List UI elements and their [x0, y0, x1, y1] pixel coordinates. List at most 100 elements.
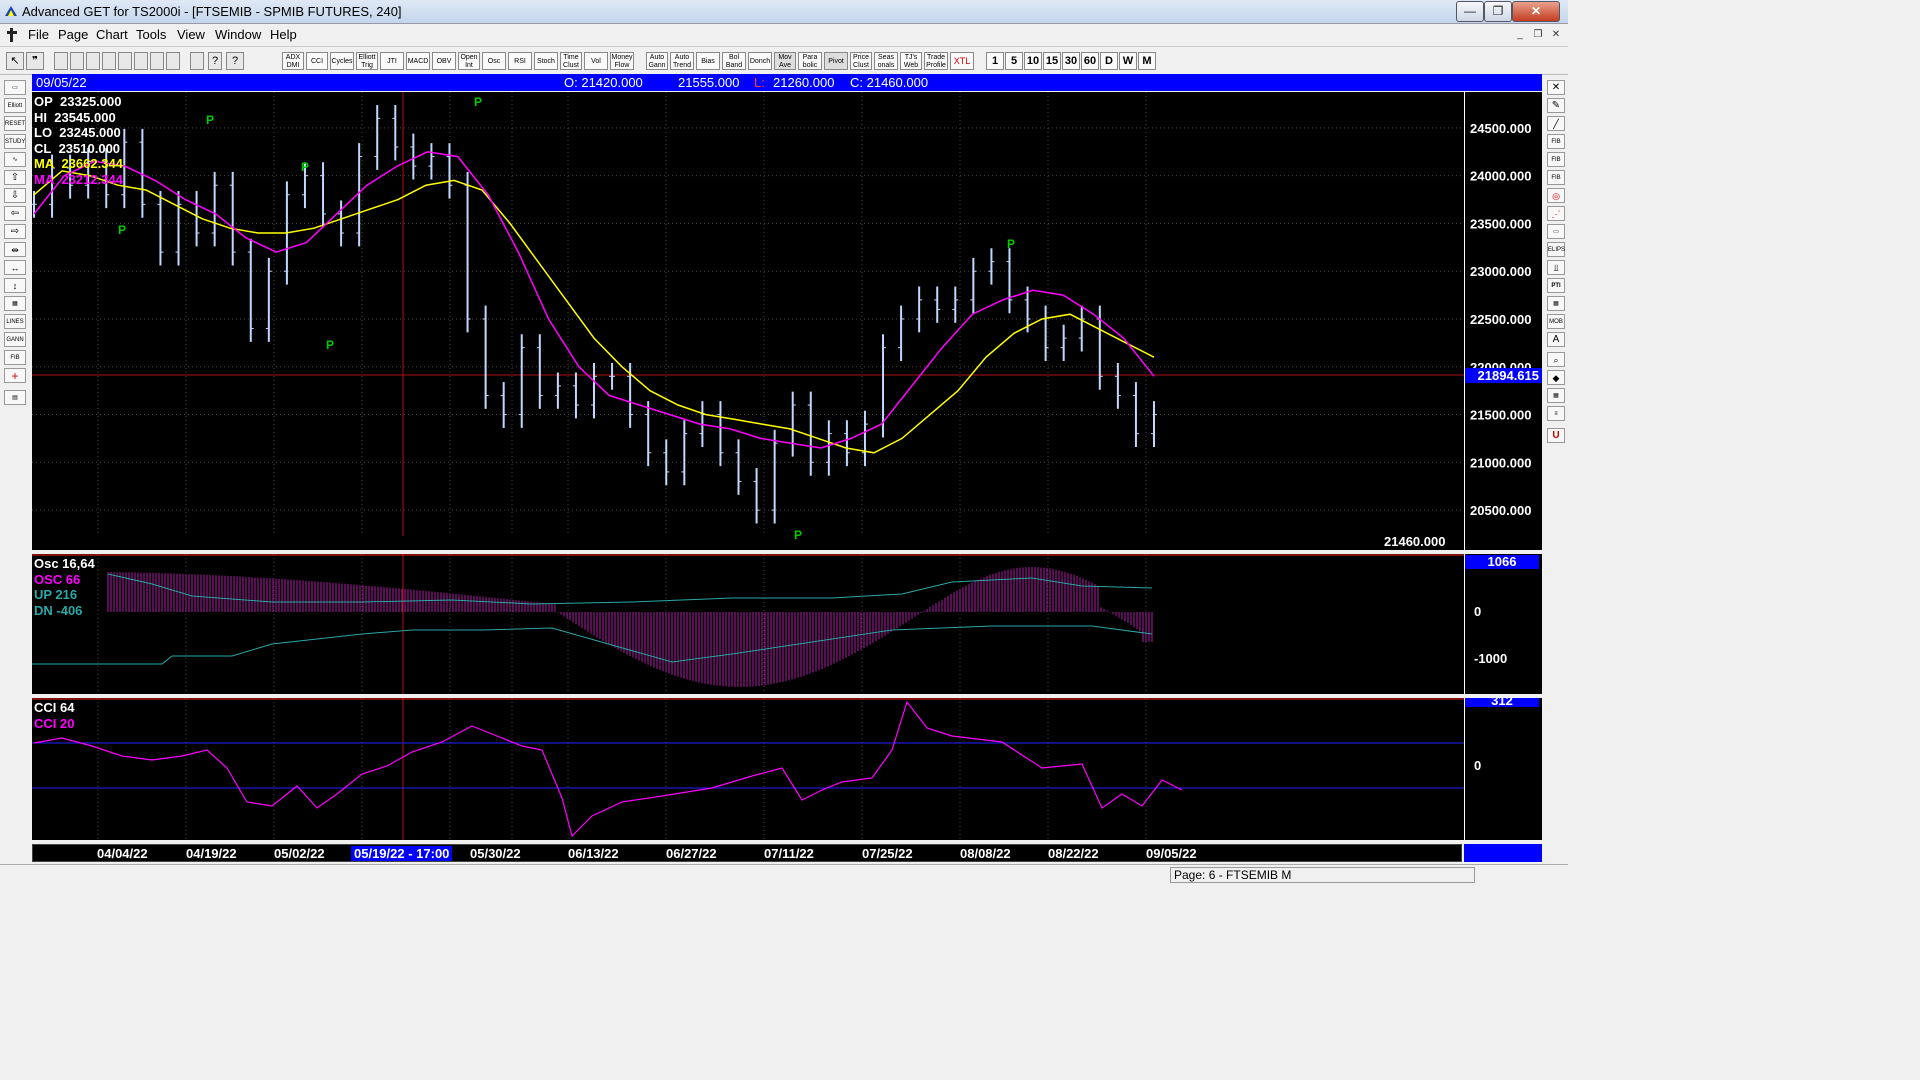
- mdi-minimize-button[interactable]: _: [1512, 27, 1528, 42]
- oscillator-panel[interactable]: Osc 16,64 OSC 66 UP 216 DN -406 1066 0 -…: [32, 554, 1542, 694]
- gann-tool[interactable]: GANN: [4, 332, 26, 347]
- print-icon[interactable]: [190, 52, 204, 70]
- study-open-int-button[interactable]: Open Int: [458, 52, 480, 70]
- study-obv-button[interactable]: OBV: [432, 52, 456, 70]
- crosshair-icon[interactable]: +: [4, 368, 26, 383]
- close-button[interactable]: ✕: [1512, 1, 1560, 22]
- lines-tool[interactable]: LINES: [4, 314, 26, 329]
- price-chart[interactable]: PPPPPPP 20500.00021000.00021500.00022000…: [32, 92, 1542, 550]
- timeframe-w-button[interactable]: W: [1119, 52, 1137, 70]
- menu-page[interactable]: Page: [58, 27, 88, 42]
- arrow-down-icon[interactable]: ⇩: [4, 188, 26, 203]
- study-parabolic-button[interactable]: Para bolic: [798, 52, 822, 70]
- elips-tool[interactable]: ELIPS: [1547, 242, 1565, 257]
- circle-tool-icon[interactable]: ◎: [1547, 188, 1565, 203]
- arrow-up-icon[interactable]: ⇧: [4, 170, 26, 185]
- study-macd-button[interactable]: MACD: [406, 52, 430, 70]
- text-tool-icon[interactable]: A: [1547, 332, 1565, 347]
- minimize-button[interactable]: —: [1456, 1, 1484, 22]
- study-price-clust-button[interactable]: Price Clust: [850, 52, 872, 70]
- pencil-icon[interactable]: ✎: [1547, 98, 1565, 113]
- menu-tools[interactable]: Tools: [136, 27, 166, 42]
- grid-icon[interactable]: [150, 52, 164, 70]
- fib-time-tool[interactable]: FIB TIME: [1547, 170, 1565, 195]
- folder-icon[interactable]: ▭: [4, 80, 26, 95]
- timeframe-15-button[interactable]: 15: [1043, 52, 1061, 70]
- study-donch-button[interactable]: Donch: [748, 52, 772, 70]
- timeframe-m-button[interactable]: M: [1138, 52, 1156, 70]
- help-icon[interactable]: ?: [226, 52, 244, 70]
- reset-tool[interactable]: RESET: [4, 116, 26, 131]
- fib-ext-tool[interactable]: FIB EXT: [1547, 152, 1565, 177]
- fib-ret-tool[interactable]: FIB RET: [1547, 134, 1565, 159]
- study-vol-button[interactable]: Vol: [584, 52, 608, 70]
- menu-help[interactable]: Help: [270, 27, 297, 42]
- scale-icon[interactable]: ↕: [4, 278, 26, 293]
- calendar-icon[interactable]: ▦: [1547, 388, 1565, 403]
- fib-tool[interactable]: FIB: [4, 350, 26, 365]
- copy-icon[interactable]: [70, 52, 84, 70]
- timeframe-d-button[interactable]: D: [1100, 52, 1118, 70]
- study-rsi-button[interactable]: RSI: [508, 52, 532, 70]
- timeframe-30-button[interactable]: 30: [1062, 52, 1080, 70]
- study-tool[interactable]: STUDY: [4, 134, 26, 149]
- mdi-close-button[interactable]: ✕: [1548, 27, 1564, 42]
- marker-icon[interactable]: ◆: [1547, 370, 1565, 385]
- maximize-button[interactable]: ❐: [1484, 1, 1512, 22]
- close-x-icon[interactable]: ✕: [1547, 80, 1565, 95]
- timeframe-60-button[interactable]: 60: [1081, 52, 1099, 70]
- pitchfork-icon[interactable]: ⫫: [1547, 260, 1565, 275]
- oscillator-chart[interactable]: [32, 554, 1542, 694]
- study-time-clust-button[interactable]: Time Clust: [560, 52, 582, 70]
- menu-view[interactable]: View: [177, 27, 205, 42]
- timeframe-5-button[interactable]: 5: [1005, 52, 1023, 70]
- trendline-icon[interactable]: ╱: [1547, 116, 1565, 131]
- fan-tool-icon[interactable]: ⋰: [1547, 206, 1565, 221]
- study-jti-button[interactable]: JTI: [380, 52, 404, 70]
- price-chart-panel[interactable]: PPPPPPP 20500.00021000.00021500.00022000…: [32, 92, 1542, 550]
- list-icon[interactable]: ≡: [1547, 406, 1565, 421]
- save-icon[interactable]: [86, 52, 100, 70]
- study-auto-gann-button[interactable]: Auto Gann: [646, 52, 668, 70]
- table-icon[interactable]: ▦: [1547, 296, 1565, 311]
- expand-icon[interactable]: ↔: [4, 260, 26, 275]
- mob-tool[interactable]: MOB: [1547, 314, 1565, 329]
- layers-icon[interactable]: ▤: [4, 390, 26, 405]
- elliott-tool[interactable]: Elliott: [4, 98, 26, 113]
- grid-tool-icon[interactable]: ▦: [4, 296, 26, 311]
- pointer-icon[interactable]: ↖: [6, 52, 24, 70]
- study-bias-button[interactable]: Bias: [696, 52, 720, 70]
- pti-tool[interactable]: PTI: [1547, 278, 1565, 293]
- menu-file[interactable]: File: [28, 27, 49, 42]
- zoom-icon[interactable]: [134, 52, 148, 70]
- study-osc-button[interactable]: Osc: [482, 52, 506, 70]
- quote-icon[interactable]: ❞: [26, 52, 44, 70]
- study-mov-ave-button[interactable]: Mov Ave: [774, 52, 796, 70]
- study-seasonals-button[interactable]: Seas onals: [874, 52, 898, 70]
- study-adx-dmi-button[interactable]: ADX DMI: [282, 52, 304, 70]
- study-auto-trend-button[interactable]: Auto Trend: [670, 52, 694, 70]
- compress-icon[interactable]: ⇹: [4, 242, 26, 257]
- timeframe-1-button[interactable]: 1: [986, 52, 1004, 70]
- study-cci-button[interactable]: CCI: [306, 52, 328, 70]
- timeframe-10-button[interactable]: 10: [1024, 52, 1042, 70]
- forward-icon[interactable]: [118, 52, 132, 70]
- mdi-restore-button[interactable]: ❐: [1530, 27, 1546, 42]
- undo-tool-icon[interactable]: U: [1547, 428, 1565, 443]
- study-xtl-button[interactable]: XTL: [950, 52, 974, 70]
- cci-panel[interactable]: CCI 64 CCI 20 312 0: [32, 698, 1542, 840]
- menu-chart[interactable]: Chart: [96, 27, 128, 42]
- study-tjs-web-button[interactable]: TJ's Web: [900, 52, 922, 70]
- study-trade-profile-button[interactable]: Trade Profile: [924, 52, 948, 70]
- new-page-icon[interactable]: [54, 52, 68, 70]
- study-cycles-button[interactable]: Cycles: [330, 52, 354, 70]
- arrow-left-icon[interactable]: ⇦: [4, 206, 26, 221]
- study-elliott-trig-button[interactable]: Elliott Trig: [356, 52, 378, 70]
- layout-icon[interactable]: [166, 52, 180, 70]
- back-icon[interactable]: [102, 52, 116, 70]
- study-pivot-button[interactable]: Pivot: [824, 52, 848, 70]
- arrow-right-icon[interactable]: ⇨: [4, 224, 26, 239]
- study-money-flow-button[interactable]: Money Flow: [610, 52, 634, 70]
- hint-icon[interactable]: ?: [208, 52, 222, 70]
- channel-icon[interactable]: ▭: [1547, 224, 1565, 239]
